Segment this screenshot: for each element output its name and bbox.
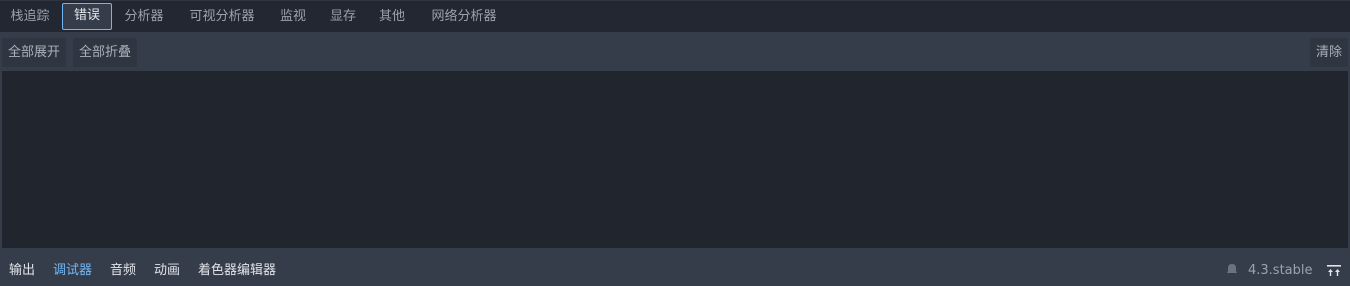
bottom-tab-audio[interactable]: 音频	[110, 255, 136, 286]
bottom-panel-bar: 输出 调试器 音频 动画 着色器编辑器 4.3.stable	[0, 255, 1350, 286]
debugger-tab-bar: 栈追踪 错误 分析器 可视分析器 监视 显存 其他 网络分析器	[0, 0, 1350, 32]
tab-misc[interactable]: 其他	[373, 3, 411, 30]
tab-stack-trace[interactable]: 栈追踪	[4, 3, 56, 30]
bottom-tab-debugger[interactable]: 调试器	[53, 255, 92, 286]
tab-network-profiler[interactable]: 网络分析器	[424, 3, 504, 30]
tab-monitors[interactable]: 监视	[274, 3, 312, 30]
collapse-all-button[interactable]: 全部折叠	[73, 38, 138, 67]
debugger-panel: 栈追踪 错误 分析器 可视分析器 监视 显存 其他 网络分析器 全部展开 全部折…	[0, 0, 1350, 286]
tab-profiler[interactable]: 分析器	[118, 3, 170, 30]
bottom-tab-shader-editor[interactable]: 着色器编辑器	[198, 255, 276, 286]
errors-list[interactable]	[2, 71, 1348, 248]
expand-all-button[interactable]: 全部展开	[2, 38, 67, 67]
errors-toolbar: 全部展开 全部折叠 清除	[0, 32, 1350, 71]
version-label[interactable]: 4.3.stable	[1226, 255, 1313, 286]
bottom-tab-output[interactable]: 输出	[9, 255, 35, 286]
bottom-tab-animation[interactable]: 动画	[154, 255, 180, 286]
version-text: 4.3.stable	[1248, 263, 1313, 278]
clear-button[interactable]: 清除	[1310, 38, 1349, 67]
godot-notification-icon	[1227, 264, 1237, 273]
tab-video-ram[interactable]: 显存	[324, 3, 362, 30]
tab-visual-profiler[interactable]: 可视分析器	[182, 3, 262, 30]
tab-errors[interactable]: 错误	[62, 3, 112, 30]
pin-bottom-panel-icon[interactable]	[1326, 263, 1342, 279]
